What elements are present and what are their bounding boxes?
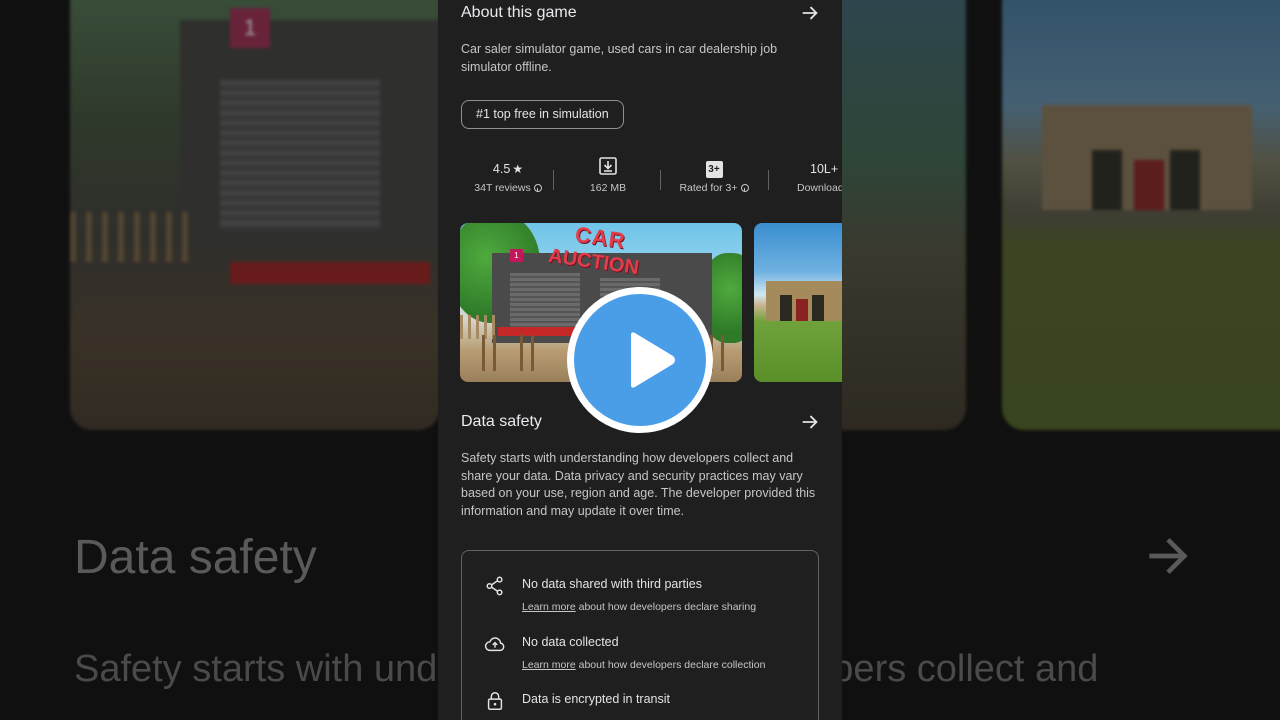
play-button-inner <box>574 294 706 426</box>
learn-more-link[interactable]: Learn more <box>522 601 576 613</box>
background-sign: 1 <box>230 8 270 48</box>
stat-content-rating[interactable]: 3+ Rated for 3+ <box>664 158 764 194</box>
data-safety-card[interactable]: No data shared with third parties Learn … <box>461 550 819 720</box>
downloads-count: 10L+ <box>810 162 839 176</box>
screenshot-sign: 1 <box>510 249 523 262</box>
content-rating-badge: 3+ <box>705 160 723 178</box>
stat-size: 162 MB <box>563 156 653 194</box>
about-description: Car saler simulator game, used cars in c… <box>461 42 778 74</box>
learn-more-link[interactable]: Learn more <box>522 659 576 671</box>
about-title: About this game <box>461 4 577 21</box>
background-screenshot-left: 1 <box>70 0 440 430</box>
ranking-chip[interactable]: #1 top free in simulation <box>461 100 624 129</box>
safety-item-label: No data collected <box>522 635 619 649</box>
download-icon <box>598 156 618 183</box>
arrow-right-icon[interactable] <box>799 2 821 24</box>
data-safety-title: Data safety <box>461 413 542 430</box>
star-icon: ★ <box>512 162 524 176</box>
play-icon <box>631 332 675 388</box>
safety-item-sub: Learn more about how developers declare … <box>522 659 765 671</box>
stat-divider <box>553 170 554 190</box>
safety-item-label: No data shared with third parties <box>522 577 702 591</box>
cloud-upload-icon <box>484 633 506 655</box>
arrow-right-icon[interactable] <box>799 411 821 433</box>
safety-item-sub-text: about how developers declare sharing <box>575 601 757 613</box>
background-title: Data safety <box>74 531 317 584</box>
background-screenshot-middle <box>836 0 966 430</box>
downloads-label: Download <box>797 182 842 194</box>
app-size: 162 MB <box>589 182 627 194</box>
screenshot-2[interactable] <box>754 223 842 382</box>
stats-row: 4.5 ★ 34T reviews 162 MB 3+ Rated for 3+ … <box>438 156 842 202</box>
stat-rating[interactable]: 4.5 ★ 34T reviews <box>458 158 558 194</box>
background-arrow-icon <box>1140 528 1196 593</box>
safety-item-sub: Learn more about how developers declare … <box>522 601 756 613</box>
stat-downloads: 10L+ Download <box>778 158 842 194</box>
background-body-right: pers collect and <box>832 648 1099 690</box>
data-safety-description: Safety starts with understanding how dev… <box>461 451 816 518</box>
share-icon <box>484 575 506 597</box>
safety-item-label: Data is encrypted in transit <box>522 692 670 706</box>
lock-icon <box>484 690 506 712</box>
rating-value: 4.5 <box>492 162 511 176</box>
play-button[interactable] <box>567 287 713 433</box>
reviews-count: 34T reviews <box>474 182 531 194</box>
info-icon <box>740 184 749 192</box>
about-header[interactable]: About this game <box>461 2 821 24</box>
background-screenshot-right <box>1002 0 1280 430</box>
content-rating-label: Rated for 3+ <box>679 182 738 194</box>
stat-divider <box>768 170 769 190</box>
stat-divider <box>660 170 661 190</box>
safety-item-sub-text: about how developers declare collection <box>575 659 766 671</box>
info-icon <box>533 184 542 192</box>
background-body-left: Safety starts with und <box>74 648 438 690</box>
